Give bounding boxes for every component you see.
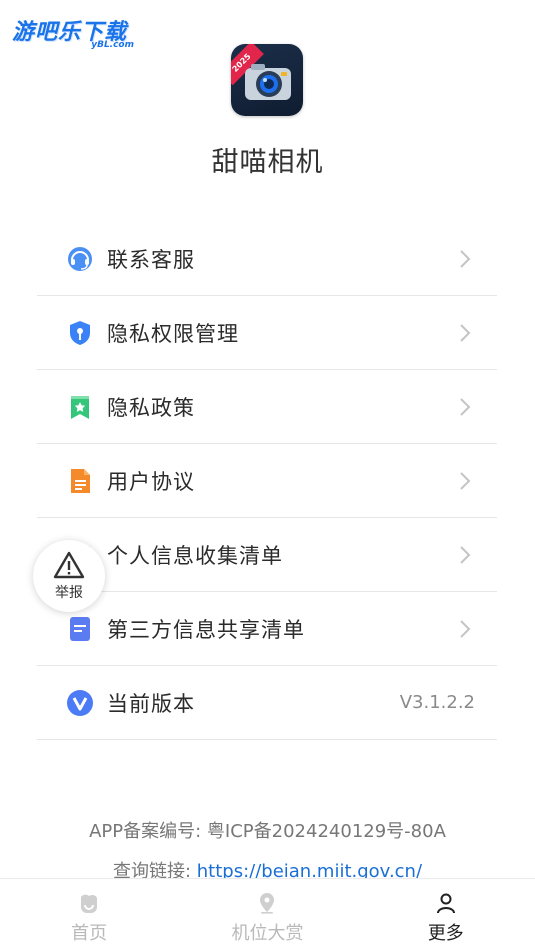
icp-record: APP备案编号: 粤ICP备2024240129号-80A: [89, 821, 446, 842]
menu-item-privacy-permissions[interactable]: 隐私权限管理: [37, 296, 497, 370]
app-title: 甜喵相机: [211, 147, 324, 178]
menu-item-third-party-sharing-list[interactable]: 第三方信息共享清单: [37, 592, 497, 666]
list-icon: [65, 614, 95, 644]
person-icon: [436, 893, 455, 914]
watermark-subtext: yBL.com: [91, 40, 134, 50]
warning-icon: [53, 551, 85, 579]
bottom-tab-bar: 首页 机位大赏 更多: [0, 878, 535, 951]
home-icon: [81, 894, 98, 913]
chevron-right-icon: [459, 545, 471, 569]
tab-label: 机位大赏: [231, 923, 304, 944]
chevron-right-icon: [459, 397, 471, 421]
tab-more[interactable]: 更多: [357, 879, 535, 951]
menu-item-label: 第三方信息共享清单: [107, 617, 305, 642]
tab-home[interactable]: 首页: [0, 879, 178, 951]
document-icon: [65, 466, 95, 496]
chevron-right-icon: [459, 323, 471, 347]
settings-menu: 联系客服 隐私权限管理 隐私政策 用户协议 个人信息收集清单 第三方信息共享清单: [37, 222, 497, 740]
tab-photo-spots[interactable]: 机位大赏: [178, 879, 356, 951]
menu-item-label: 隐私政策: [107, 395, 195, 420]
report-button[interactable]: 举报: [33, 540, 105, 612]
menu-item-privacy-policy[interactable]: 隐私政策: [37, 370, 497, 444]
menu-item-user-agreement[interactable]: 用户协议: [37, 444, 497, 518]
watermark-logo: 游吧乐下载 yBL.com: [12, 14, 142, 58]
camera-icon: [245, 64, 291, 100]
report-label: 举报: [55, 585, 83, 601]
menu-item-personal-info-list[interactable]: 个人信息收集清单: [37, 518, 497, 592]
menu-item-current-version[interactable]: 当前版本 V3.1.2.2: [37, 666, 497, 740]
version-value: V3.1.2.2: [399, 692, 475, 713]
version-v-icon: [65, 688, 95, 718]
location-pin-icon: [260, 893, 275, 914]
menu-item-label: 联系客服: [107, 247, 195, 272]
menu-item-label: 隐私权限管理: [107, 321, 239, 346]
tab-label: 更多: [427, 923, 464, 944]
menu-item-label: 个人信息收集清单: [107, 543, 283, 568]
menu-item-customer-service[interactable]: 联系客服: [37, 222, 497, 296]
chevron-right-icon: [459, 471, 471, 495]
tab-label: 首页: [71, 923, 108, 944]
chevron-right-icon: [459, 619, 471, 643]
app-icon: 2025: [231, 44, 303, 116]
menu-item-label: 当前版本: [107, 691, 195, 716]
headset-icon: [65, 244, 95, 274]
chevron-right-icon: [459, 249, 471, 273]
shield-key-icon: [65, 318, 95, 348]
menu-item-label: 用户协议: [107, 469, 195, 494]
bookmark-star-icon: [65, 392, 95, 422]
